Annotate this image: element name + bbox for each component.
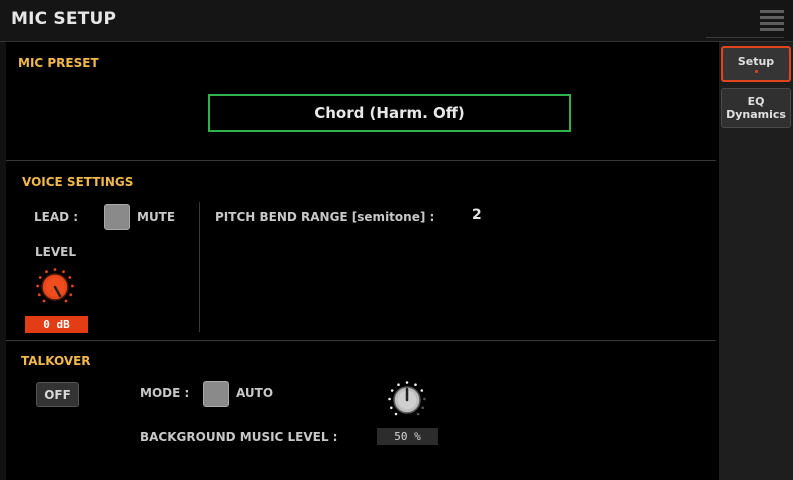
background-music-level-value: 50 % — [377, 428, 438, 445]
tab-eq-label-line2: Dynamics — [726, 108, 786, 121]
voice-settings-heading: VOICE SETTINGS — [22, 175, 134, 189]
mute-checkbox[interactable] — [104, 204, 130, 230]
tab-eq-dynamics[interactable]: EQ Dynamics — [721, 88, 791, 128]
level-value-display: 0 dB — [25, 316, 88, 333]
mic-preset-heading: MIC PRESET — [18, 56, 99, 70]
lead-label: LEAD : — [34, 210, 79, 224]
talkover-off-button[interactable]: OFF — [36, 382, 79, 407]
mic-preset-selector[interactable]: Chord (Harm. Off) — [208, 94, 571, 132]
page-title: MIC SETUP — [11, 9, 117, 29]
tab-eq-label-line1: EQ — [747, 95, 765, 108]
tab-setup-label: Setup — [737, 55, 775, 68]
mute-label: MUTE — [137, 210, 176, 224]
talkover-button-label: OFF — [44, 387, 71, 402]
left-edge-strip — [0, 42, 6, 480]
section-divider — [6, 160, 716, 161]
background-music-level-label: BACKGROUND MUSIC LEVEL : — [140, 430, 338, 444]
selected-indicator-dot — [754, 70, 758, 73]
talkover-heading: TALKOVER — [21, 354, 91, 368]
auto-label: AUTO — [236, 386, 274, 400]
pitch-bend-value[interactable]: 2 — [472, 207, 482, 223]
mode-label: MODE : — [140, 386, 190, 400]
voice-vertical-divider — [199, 202, 200, 332]
background-music-level-knob[interactable] — [387, 380, 427, 420]
tab-setup[interactable]: Setup — [721, 46, 791, 82]
menu-underline — [706, 37, 784, 38]
mic-preset-value: Chord (Harm. Off) — [314, 104, 465, 122]
title-bar — [0, 0, 793, 42]
mode-auto-checkbox[interactable] — [203, 381, 229, 407]
level-knob[interactable] — [35, 267, 75, 307]
level-label: LEVEL — [35, 245, 76, 259]
hamburger-menu-icon[interactable] — [760, 10, 784, 32]
section-divider — [6, 340, 716, 341]
pitch-bend-label: PITCH BEND RANGE [semitone] : — [215, 210, 435, 224]
